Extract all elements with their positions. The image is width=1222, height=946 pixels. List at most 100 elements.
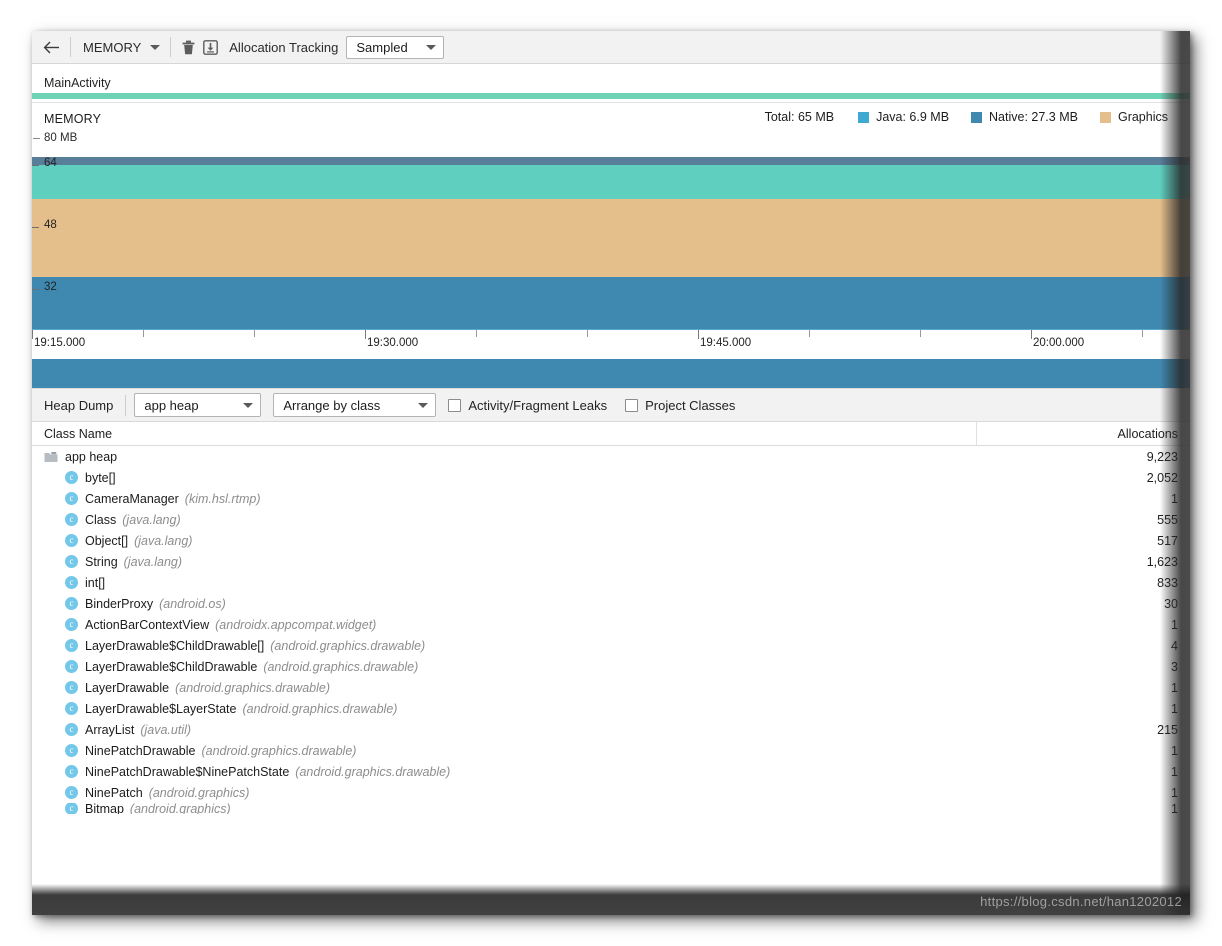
y-tick-label-64: 64 xyxy=(44,157,57,169)
cell-allocations: 833 xyxy=(977,576,1190,590)
heap-selector[interactable]: app heap xyxy=(134,393,262,417)
sampling-mode-value: Sampled xyxy=(356,39,408,55)
table-row[interactable]: c NinePatchDrawable (android.graphics.draw… xyxy=(32,740,1190,761)
class-package-text: (java.util) xyxy=(140,722,192,737)
x-tick-minor-4 xyxy=(809,330,810,337)
screenshot-root: MEMORY Allocation Tracking Sampled MainA… xyxy=(0,0,1222,946)
class-package-text: (java.lang) xyxy=(134,533,193,548)
arrange-selector[interactable]: Arrange by class xyxy=(273,393,437,417)
class-package-text: (android.graphics.drawable) xyxy=(270,638,426,653)
memory-area-chart[interactable]: 64 48 32 16 19:15.000 19:30.000 xyxy=(32,157,1190,388)
x-tick-major-3 xyxy=(1031,330,1032,339)
trash-icon[interactable] xyxy=(177,35,199,59)
table-row[interactable]: c Bitmap (android.graphics) 1 xyxy=(32,803,1190,814)
area-band-other xyxy=(32,157,1190,165)
process-selector[interactable]: MEMORY xyxy=(77,38,164,57)
table-row[interactable]: c byte[] 2,052 xyxy=(32,467,1190,488)
class-name-text: CameraManager xyxy=(85,491,179,506)
legend-item-graphics[interactable]: Graphics xyxy=(1099,110,1168,124)
table-row[interactable]: c BinderProxy (android.os) 30 xyxy=(32,593,1190,614)
profiler-toolbar: MEMORY Allocation Tracking Sampled xyxy=(32,31,1190,64)
allocations-value: 1 xyxy=(1171,803,1178,814)
project-classes-checkbox[interactable]: Project Classes xyxy=(625,398,735,413)
x-tick-minor-3 xyxy=(587,330,588,337)
table-body: app heap 9,223 c byte[] 2,052 c CameraManager (… xyxy=(32,446,1190,814)
class-name-text: String xyxy=(85,554,118,569)
class-icon: c xyxy=(65,618,78,631)
x-axis: 19:15.000 19:30.000 19:45.000 20:00.000 xyxy=(32,329,1190,359)
cell-allocations: 555 xyxy=(977,513,1190,527)
class-name-text: NinePatchDrawable$NinePatchState xyxy=(85,764,290,779)
class-icon: c xyxy=(65,576,78,589)
cell-allocations: 1 xyxy=(977,765,1190,779)
table-row[interactable]: c CameraManager (kim.hsl.rtmp) 1 xyxy=(32,488,1190,509)
table-row[interactable]: c NinePatch (android.graphics) 1 xyxy=(32,782,1190,803)
back-arrow-icon[interactable] xyxy=(38,34,64,60)
cell-class-name: c NinePatch (android.graphics) xyxy=(32,786,977,800)
table-row[interactable]: app heap 9,223 xyxy=(32,446,1190,467)
y-axis-max-tick xyxy=(33,138,40,139)
heap-selector-value: app heap xyxy=(144,397,199,413)
allocations-value: 1,623 xyxy=(1146,554,1178,569)
column-header-allocations-label: Allocations xyxy=(1117,426,1178,441)
process-selector-label: MEMORY xyxy=(83,39,142,55)
table-row[interactable]: c int[] 833 xyxy=(32,572,1190,593)
class-name-text: BinderProxy xyxy=(85,596,154,611)
class-package-text: (kim.hsl.rtmp) xyxy=(184,491,261,506)
y-tick-48 xyxy=(32,227,39,228)
legend-label-java: Java: 6.9 MB xyxy=(876,110,950,124)
legend-item-native[interactable]: Native: 27.3 MB xyxy=(971,110,1078,124)
y-tick-label-32: 32 xyxy=(44,281,57,293)
folder-icon xyxy=(44,451,58,463)
table-row[interactable]: c LayerDrawable (android.graphics.drawable… xyxy=(32,677,1190,698)
table-row[interactable]: c LayerDrawable$ChildDrawable[] (android.g… xyxy=(32,635,1190,656)
chart-title: MEMORY xyxy=(44,112,102,126)
x-tick-minor-1 xyxy=(254,330,255,337)
table-row[interactable]: c Class (java.lang) 555 xyxy=(32,509,1190,530)
allocations-value: 833 xyxy=(1157,575,1178,590)
allocations-value: 1 xyxy=(1171,491,1178,506)
export-heap-dump-icon[interactable] xyxy=(199,35,221,59)
class-icon: c xyxy=(65,639,78,652)
allocations-value: 1 xyxy=(1171,785,1178,800)
class-icon: c xyxy=(65,681,78,694)
activity-fragment-leaks-checkbox[interactable]: Activity/Fragment Leaks xyxy=(448,398,607,413)
chevron-down-icon xyxy=(150,44,161,50)
class-name-text: app heap xyxy=(65,449,118,464)
class-package-text: (java.lang) xyxy=(122,512,181,527)
column-header-allocations[interactable]: Allocations xyxy=(977,422,1190,445)
y-tick-label-48: 48 xyxy=(44,219,57,231)
table-row[interactable]: c String (java.lang) 1,623 xyxy=(32,551,1190,572)
legend-label-native: Native: 27.3 MB xyxy=(989,110,1078,124)
sampling-mode-select[interactable]: Sampled xyxy=(346,35,445,59)
table-header-row: Class Name Allocations xyxy=(32,422,1190,446)
table-row[interactable]: c LayerDrawable$LayerState (android.graphi… xyxy=(32,698,1190,719)
x-tick-label-0: 19:15.000 xyxy=(34,337,86,349)
column-header-class-name[interactable]: Class Name xyxy=(32,422,977,445)
x-tick-label-2: 19:45.000 xyxy=(700,337,752,349)
table-row[interactable]: c Object[] (java.lang) 517 xyxy=(32,530,1190,551)
toolbar-divider-2 xyxy=(170,37,172,57)
table-row[interactable]: c ArrayList (java.util) 215 xyxy=(32,719,1190,740)
class-name-text: Bitmap xyxy=(85,803,124,814)
legend-total: Total: 65 MB xyxy=(764,110,835,124)
table-row[interactable]: c LayerDrawable$ChildDrawable (android.gra… xyxy=(32,656,1190,677)
class-package-text: (android.graphics.drawable) xyxy=(295,764,451,779)
class-name-text: Class xyxy=(85,512,117,527)
cell-allocations: 517 xyxy=(977,534,1190,548)
x-tick-minor-6 xyxy=(1142,330,1143,337)
heap-dump-button[interactable]: Heap Dump xyxy=(42,396,123,415)
y-tick-64 xyxy=(32,165,39,166)
activity-lifecycle-bar[interactable] xyxy=(32,93,1190,99)
table-row[interactable]: c NinePatchDrawable$NinePatchState (androi… xyxy=(32,761,1190,782)
cell-allocations: 1 xyxy=(977,744,1190,758)
legend-item-java[interactable]: Java: 6.9 MB xyxy=(858,110,949,124)
cell-class-name: c LayerDrawable$LayerState (android.graphi… xyxy=(32,702,977,716)
cell-class-name: c byte[] xyxy=(32,471,977,485)
table-row[interactable]: c ActionBarContextView (androidx.appcompat… xyxy=(32,614,1190,635)
allocations-value: 1 xyxy=(1171,743,1178,758)
class-icon: c xyxy=(65,534,78,547)
allocations-value: 1 xyxy=(1171,764,1178,779)
cell-class-name: c int[] xyxy=(32,576,977,590)
cell-class-name: c NinePatchDrawable (android.graphics.draw… xyxy=(32,744,977,758)
